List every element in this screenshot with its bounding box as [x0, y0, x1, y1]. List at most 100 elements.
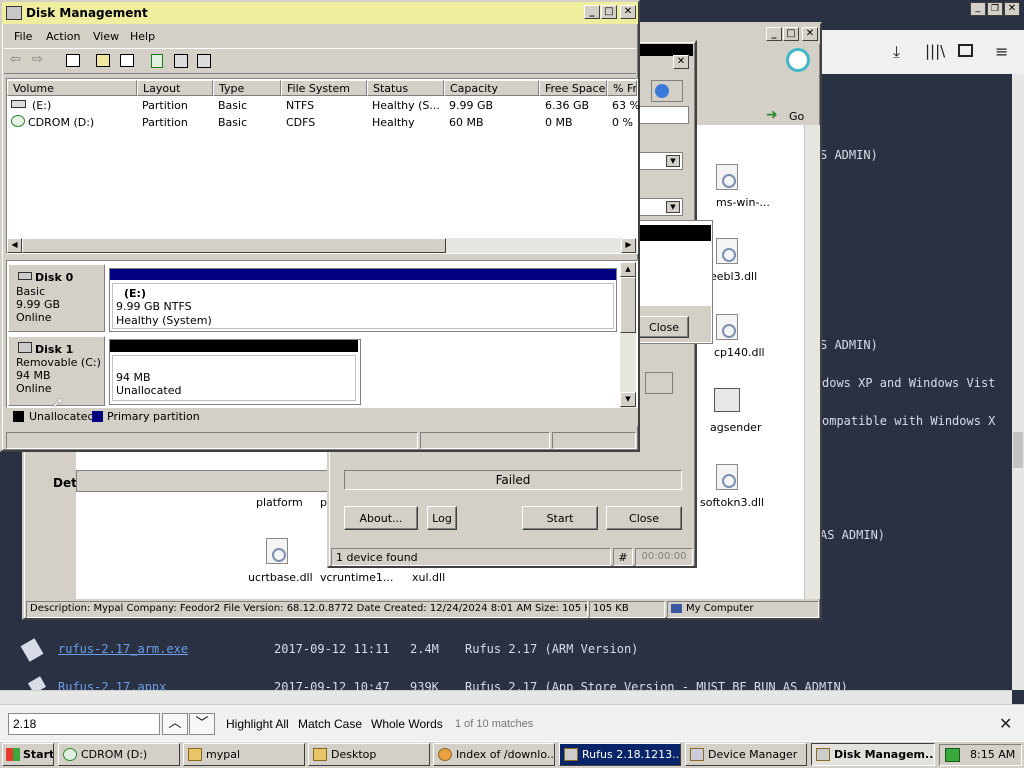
save-icon[interactable] [645, 372, 673, 394]
explorer-close-button[interactable]: ✕ [802, 27, 818, 41]
rufus-dropdown[interactable]: ▼ [639, 152, 683, 170]
drive-icon [11, 100, 26, 108]
file-label[interactable]: agsender [710, 421, 761, 434]
menu-view[interactable]: View [93, 30, 119, 43]
window-title: Disk Management [26, 6, 148, 20]
scroll-left-button[interactable]: ◀ [7, 238, 22, 253]
page-scrollbar[interactable] [1012, 74, 1024, 690]
column-header-percent-free[interactable]: % Fr [607, 80, 637, 96]
scroll-right-button[interactable]: ▶ [621, 238, 636, 253]
file-label[interactable]: ms-win-... [716, 196, 770, 209]
file-label[interactable]: vcruntime1... [320, 571, 393, 584]
taskbar-item-index[interactable]: Index of /downlo... [433, 743, 555, 766]
taskbar-item-cdrom[interactable]: CDROM (D:) [58, 743, 180, 766]
table-cell: Basic [218, 116, 248, 129]
column-header-volume[interactable]: Volume [7, 80, 137, 96]
rufus-close-button[interactable]: ✕ [673, 55, 689, 69]
partition-filesystem: 9.99 GB NTFS [116, 300, 192, 313]
diskmgmt-close-button[interactable]: ✕ [620, 5, 636, 19]
rufus-hash-button[interactable]: # [613, 548, 633, 566]
find-input[interactable] [8, 713, 160, 735]
menu-icon[interactable]: ≡ [995, 42, 1008, 61]
scroll-up-button[interactable]: ▲ [620, 262, 636, 277]
start-button[interactable]: Start [2, 743, 54, 766]
file-label[interactable]: softokn3.dll [700, 496, 764, 509]
scroll-down-button[interactable]: ▼ [620, 392, 636, 407]
taskbar-item-device-manager[interactable]: Device Manager [685, 743, 807, 766]
table-cell[interactable]: (E:) [32, 99, 51, 112]
globe-icon[interactable] [651, 80, 683, 102]
menu-file[interactable]: File [14, 30, 32, 43]
unallocated-bar [110, 340, 358, 352]
taskbar-item-desktop[interactable]: Desktop [308, 743, 430, 766]
firefox-minimize-button[interactable]: _ [970, 2, 986, 16]
firefox-maximize-button[interactable]: ❐ [987, 2, 1003, 16]
library-icon[interactable]: |||\ [925, 42, 945, 60]
match-case-toggle[interactable]: Match Case [298, 717, 362, 731]
firefox-close-button[interactable]: ✕ [1004, 2, 1020, 16]
browser-icon [438, 748, 452, 761]
download-icon[interactable]: ⤓ [893, 42, 900, 62]
show-hide-icon[interactable] [120, 54, 134, 67]
file-link[interactable]: rufus-2.17_arm.exe [58, 642, 188, 656]
forward-icon[interactable]: ⇨ [32, 52, 43, 67]
menu-action[interactable]: Action [46, 30, 80, 43]
column-header-type[interactable]: Type [213, 80, 281, 96]
explorer-status-size: 105 KB [589, 601, 665, 618]
graphical-vscrollbar-thumb[interactable] [620, 277, 636, 333]
go-arrow-icon[interactable]: ➜ [766, 108, 784, 124]
taskbar-item-disk-management[interactable]: Disk Managem... [811, 743, 935, 766]
file-label[interactable]: platform [256, 496, 303, 509]
rufus-about-button[interactable]: About... [344, 506, 418, 530]
disk-settings-icon[interactable] [174, 54, 188, 68]
go-button[interactable]: Go [789, 110, 804, 123]
page-hscrollbar[interactable] [0, 690, 1012, 704]
file-label[interactable]: eebl3.dll [710, 270, 757, 283]
file-label[interactable]: cp140.dll [714, 346, 765, 359]
refresh-icon[interactable] [151, 54, 163, 68]
column-header-filesystem[interactable]: File System [281, 80, 367, 96]
find-close-icon[interactable]: ✕ [999, 714, 1012, 733]
explorer-maximize-button[interactable]: □ [783, 27, 799, 41]
folder-icon [188, 748, 202, 761]
column-header-status[interactable]: Status [367, 80, 444, 96]
file-label[interactable]: ucrtbase.dll [248, 571, 313, 584]
explorer-scrollbar[interactable] [804, 125, 820, 599]
diskmgmt-minimize-button[interactable]: _ [584, 5, 600, 19]
find-next-button[interactable]: ﹀ [189, 713, 215, 735]
rufus-dropdown[interactable]: ▼ [639, 198, 683, 216]
rufus-close-button-main[interactable]: Close [606, 506, 682, 530]
highlight-all-toggle[interactable]: Highlight All [226, 717, 289, 731]
properties-icon[interactable] [96, 54, 110, 67]
console-tree-icon[interactable] [66, 54, 80, 67]
sidebar-icon[interactable] [958, 44, 973, 57]
windows-logo-icon [786, 48, 810, 72]
tray-icon[interactable] [945, 748, 960, 762]
disk-check-icon[interactable] [197, 54, 211, 68]
find-previous-button[interactable]: ︿ [162, 713, 188, 735]
taskbar-item-mypal[interactable]: mypal [183, 743, 305, 766]
diskmgmt-maximize-button[interactable]: □ [601, 5, 617, 19]
rufus-field[interactable] [639, 106, 689, 124]
taskbar-label: CDROM (D:) [81, 748, 148, 761]
column-header-layout[interactable]: Layout [137, 80, 213, 96]
column-header-free-space[interactable]: Free Space [539, 80, 607, 96]
taskbar-item-rufus[interactable]: Rufus 2.18.1213... [559, 743, 681, 766]
volume-list-hscrollbar-thumb[interactable] [22, 238, 446, 253]
back-icon[interactable]: ⇦ [10, 52, 21, 67]
column-header-capacity[interactable]: Capacity [444, 80, 539, 96]
file-link[interactable]: Rufus-2.17.appx [58, 680, 166, 690]
page-text-line: AS ADMIN) [820, 528, 886, 542]
page-scrollbar-thumb[interactable] [1013, 432, 1023, 468]
file-size: 2.4M [410, 642, 439, 656]
rufus-log-button[interactable]: Log [427, 506, 457, 530]
whole-words-toggle[interactable]: Whole Words [371, 717, 443, 731]
file-label[interactable]: xul.dll [412, 571, 445, 584]
file-icon [716, 314, 738, 340]
menu-help[interactable]: Help [130, 30, 155, 43]
table-cell[interactable]: CDROM (D:) [28, 116, 94, 129]
rufus-start-button[interactable]: Start [522, 506, 598, 530]
unallocated-status: Unallocated [116, 384, 182, 397]
rufus-popup-close-button[interactable]: Close [639, 316, 689, 338]
explorer-minimize-button[interactable]: _ [766, 27, 782, 41]
